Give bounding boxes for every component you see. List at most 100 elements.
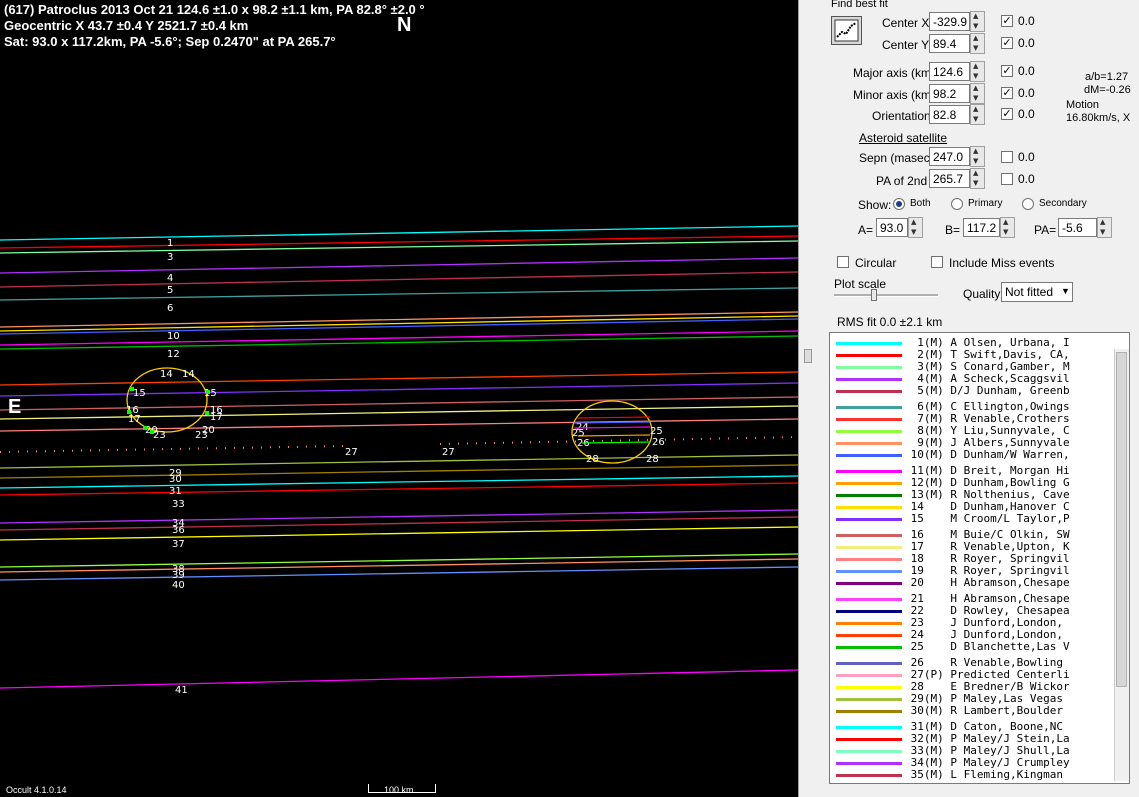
sepn-input[interactable]: 247.0 — [929, 147, 970, 166]
sat-b-spinner[interactable] — [1000, 217, 1015, 238]
circular-label: Circular — [855, 256, 897, 270]
chord-number-label: 14 — [182, 369, 195, 380]
include-miss-label: Include Miss events — [949, 256, 1055, 270]
orientation-uncert: 0.0 — [1018, 107, 1035, 121]
satellite-chord — [581, 441, 651, 444]
minor-axis-fix-checkbox[interactable]: ✓ — [1001, 87, 1013, 99]
minor-axis-input[interactable]: 98.2 — [929, 84, 970, 103]
major-axis-label: Major axis (km) — [853, 66, 936, 80]
pa2nd-input[interactable]: 265.7 — [929, 169, 970, 188]
line-color-swatch — [836, 710, 902, 713]
center-y-uncert: 0.0 — [1018, 36, 1035, 50]
north-label: N — [397, 14, 412, 36]
observer-text: 30(M) R Lambert,Boulder — [904, 704, 1063, 717]
line-color-swatch — [836, 366, 902, 369]
quality-select[interactable]: Not fitted ▼ — [1001, 282, 1073, 302]
chord-number-label: 17 — [128, 414, 141, 425]
orientation-input[interactable]: 82.8 — [929, 105, 970, 124]
chord-number-label: 17 — [210, 412, 223, 423]
chord-number-label: 23 — [153, 430, 166, 441]
plot-scale-label: Plot scale — [834, 277, 887, 291]
pa2nd-label: PA of 2nd — [876, 174, 928, 188]
orientation-fix-checkbox[interactable]: ✓ — [1001, 108, 1013, 120]
orientation-spinner[interactable] — [970, 104, 985, 125]
chord-number-label: 27 — [345, 447, 358, 458]
slider-thumb[interactable] — [871, 289, 877, 301]
chord-line — [0, 669, 798, 689]
observer-row[interactable]: 30(M) R Lambert,Boulder — [830, 705, 1129, 717]
chord-line — [0, 418, 798, 432]
sepn-spinner[interactable] — [970, 146, 985, 167]
line-color-swatch — [836, 342, 902, 345]
chord-number-label: 25 — [650, 426, 663, 437]
sat-pa-input[interactable]: -5.6 — [1058, 218, 1097, 237]
chord-number-label: 36 — [172, 525, 185, 536]
scrollbar-thumb[interactable] — [1116, 352, 1127, 687]
line-color-swatch — [836, 634, 902, 637]
chord-line — [0, 287, 798, 301]
sat-pa-spinner[interactable] — [1097, 217, 1112, 238]
line-color-swatch — [836, 470, 902, 473]
major-axis-fix-checkbox[interactable]: ✓ — [1001, 65, 1013, 77]
sepn-label: Sepn (masec) — [859, 151, 934, 165]
pa2nd-uncert: 0.0 — [1018, 172, 1035, 186]
chord-number-label: 15 — [204, 388, 217, 399]
show-both-radio[interactable] — [893, 198, 905, 210]
chord-number-label: 41 — [175, 685, 188, 696]
center-y-spinner[interactable] — [970, 33, 985, 54]
show-primary-radio[interactable] — [951, 198, 963, 210]
observer-row[interactable]: 10(M) D Dunham/W Warren, — [830, 449, 1129, 461]
chord-number-label: 27 — [442, 447, 455, 458]
center-x-input[interactable]: -329.9 — [929, 12, 970, 31]
chevron-down-icon: ▼ — [1061, 286, 1070, 296]
pa2nd-spinner[interactable] — [970, 168, 985, 189]
chord-endpoint-marker — [143, 426, 147, 430]
fit-chart-icon — [834, 19, 859, 42]
circular-checkbox[interactable] — [837, 256, 849, 268]
show-secondary-radio[interactable] — [1022, 198, 1034, 210]
observer-row[interactable]: 15 M Croom/L Taylor,P — [830, 513, 1129, 525]
center-x-spinner[interactable] — [970, 11, 985, 32]
line-color-swatch — [836, 442, 902, 445]
observer-list[interactable]: 1(M) A Olsen, Urbana, I 2(M) T Swift,Dav… — [829, 332, 1130, 784]
major-axis-input[interactable]: 124.6 — [929, 62, 970, 81]
sat-pa-label: PA= — [1034, 223, 1057, 237]
chord-number-label: 4 — [167, 273, 173, 284]
find-best-fit-button[interactable] — [831, 16, 862, 45]
observer-row[interactable]: 5(M) D/J Dunham, Greenb — [830, 385, 1129, 397]
chord-line — [0, 311, 798, 328]
observer-row[interactable]: 20 H Abramson,Chesape — [830, 577, 1129, 589]
sepn-fix-checkbox[interactable] — [1001, 151, 1013, 163]
center-y-input[interactable]: 89.4 — [929, 34, 970, 53]
sat-a-spinner[interactable] — [908, 217, 923, 238]
line-color-swatch — [836, 506, 902, 509]
chord-line — [0, 454, 798, 469]
sat-b-input[interactable]: 117.2 — [963, 218, 1000, 237]
major-axis-uncert: 0.0 — [1018, 64, 1035, 78]
chord-line — [0, 566, 798, 581]
line-color-swatch — [836, 750, 902, 753]
line-color-swatch — [836, 610, 902, 613]
line-color-swatch — [836, 738, 902, 741]
sat-a-input[interactable]: 93.0 — [876, 218, 908, 237]
line-color-swatch — [836, 406, 902, 409]
observer-row[interactable]: 25 D Blanchette,Las V — [830, 641, 1129, 653]
occultation-plot[interactable]: 1345610121414151516161717202023232425252… — [0, 0, 798, 797]
chord-number-label: 23 — [195, 430, 208, 441]
satellite-chord — [576, 416, 651, 419]
include-miss-checkbox[interactable] — [931, 256, 943, 268]
center-y-fix-checkbox[interactable]: ✓ — [1001, 37, 1013, 49]
line-color-swatch — [836, 762, 902, 765]
show-secondary-label: Secondary — [1039, 198, 1087, 209]
minor-axis-spinner[interactable] — [970, 83, 985, 104]
pa2nd-fix-checkbox[interactable] — [1001, 173, 1013, 185]
predicted-centerline — [0, 445, 346, 453]
major-axis-spinner[interactable] — [970, 61, 985, 82]
plot-scale-slider[interactable] — [834, 289, 938, 305]
observer-row[interactable]: 35(M) L Fleming,Kingman — [830, 769, 1129, 781]
line-color-swatch — [836, 646, 902, 649]
scale-label: 100 km. — [384, 785, 417, 795]
line-color-swatch — [836, 570, 902, 573]
center-x-fix-checkbox[interactable]: ✓ — [1001, 15, 1013, 27]
observer-list-scrollbar[interactable] — [1114, 349, 1129, 781]
